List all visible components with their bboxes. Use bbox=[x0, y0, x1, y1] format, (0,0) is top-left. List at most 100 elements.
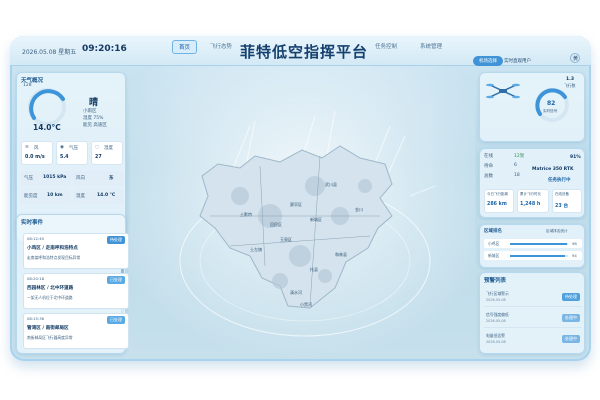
map-label: 武川县 bbox=[325, 181, 337, 187]
alerts-title: 预警列表 bbox=[484, 278, 507, 284]
event-item[interactable]: 08:12:45 待处理 小鸡区 / 走南呼和浩特点 走南某呼和浩特点发现目标异… bbox=[23, 233, 129, 269]
weather-row: 温度 14.0 °C bbox=[73, 189, 123, 204]
tab-task[interactable]: 任务控制 bbox=[375, 42, 397, 50]
top-header: 2026.05.08 星期五 09:20:16 首页 飞行态势 菲特低空指挥平台… bbox=[10, 36, 591, 66]
flight-count: 1.3 bbox=[566, 77, 574, 82]
events-panel: 实时事件 08:12:45 待处理 小鸡区 / 走南呼和浩特点 走南某呼和浩特点… bbox=[16, 214, 129, 354]
alert-text: 信号强度偏低 bbox=[486, 312, 509, 317]
map-label: 回民区 bbox=[270, 222, 282, 227]
row-key: 气压 bbox=[24, 176, 33, 181]
region-name: 小鸡区 bbox=[488, 241, 500, 246]
metric-key: 累计飞行时长 bbox=[520, 192, 541, 196]
map-label: 小黑河 bbox=[300, 301, 312, 307]
event-title: 小鸡区 / 走南呼和浩特点 bbox=[27, 246, 78, 251]
metric-tile: 累计飞行时长 1,248 h bbox=[517, 189, 549, 213]
gauge-max: 128 bbox=[23, 83, 32, 88]
event-item[interactable]: 08:15:36 已处理 管湾区 / 南街邮局区 南街邮局区飞行器高度异常 bbox=[23, 313, 129, 349]
status-badge: 已处理 bbox=[107, 316, 125, 324]
user-name: 实时直观用户 bbox=[504, 59, 531, 64]
map-label: 和林县 bbox=[335, 251, 347, 257]
map-label: 赛罕区 bbox=[290, 201, 302, 207]
region-map[interactable]: 赛罕区 回民区 新城区 玉泉区 托县 土左旗 和林县 武川县 清水河 土默特 金… bbox=[130, 66, 475, 361]
stat-label: 气压 bbox=[69, 146, 78, 151]
status-badge: 待处理 bbox=[562, 293, 580, 301]
event-title: 西园林区 / 北中环道路 bbox=[27, 286, 74, 291]
alert-row[interactable]: 飞行区域警示 2026-05-08 待处理 bbox=[484, 289, 582, 307]
event-title: 管湾区 / 南街邮局区 bbox=[27, 326, 69, 331]
stat-label: 湿度 bbox=[104, 146, 113, 151]
drone-icon bbox=[486, 83, 520, 99]
tab-home[interactable]: 首页 bbox=[172, 40, 198, 54]
alert-row[interactable]: 电量低告警 2026-05-08 处理中 bbox=[484, 331, 582, 349]
signal-gauge-value: 82 bbox=[547, 100, 556, 107]
region-bar-fill bbox=[510, 255, 565, 257]
row-value: 1015 kPa bbox=[43, 175, 67, 180]
date-text: 2026.05.08 星期五 bbox=[22, 49, 77, 56]
region-rank-note: 区域排名统计 bbox=[546, 229, 568, 233]
status-badge: 已处理 bbox=[107, 276, 125, 284]
alert-row[interactable]: 信号强度偏低 2026-05-08 处理中 bbox=[484, 310, 582, 328]
event-time: 08:12:45 bbox=[27, 236, 45, 241]
signal-gauge-label: 实时信号 bbox=[543, 109, 558, 113]
alert-time: 2026-05-08 bbox=[486, 298, 506, 302]
event-item[interactable]: 08:20:18 已处理 西园林区 / 北中环道路 一架无人机位于北中环道路 bbox=[23, 273, 129, 309]
event-desc: 南街邮局区飞行器高度异常 bbox=[27, 335, 73, 340]
weather-detail-2: 湿度 75% bbox=[83, 116, 104, 121]
tab-system[interactable]: 系统管理 bbox=[420, 42, 442, 50]
map-label: 清水河 bbox=[290, 289, 302, 295]
event-desc: 走南某呼和浩特点发现目标异常 bbox=[27, 255, 81, 260]
region-rank-row[interactable]: 小鸡区 98 bbox=[484, 239, 582, 248]
alerts-panel: 预警列表 飞行区域警示 2026-05-08 待处理 信号强度偏低 2026-0… bbox=[479, 272, 585, 354]
region-bar-track bbox=[510, 243, 568, 245]
airport-select-button[interactable]: 机场选择 bbox=[473, 56, 503, 66]
card-key: 在线 bbox=[484, 154, 493, 159]
status-badge: 处理中 bbox=[562, 314, 580, 322]
region-bar-track bbox=[510, 255, 568, 257]
weather-rows: 气压 1015 kPa 风向 东 能见度 10 km 温度 14.0 °C bbox=[21, 171, 123, 207]
event-time: 08:15:36 bbox=[27, 316, 45, 321]
card-key: 总数 bbox=[484, 174, 493, 179]
stat-tile: ◉ 气压 5.4 bbox=[56, 141, 88, 165]
stat-value: 27 bbox=[95, 155, 102, 160]
event-desc: 一架无人机位于北中环道路 bbox=[27, 295, 73, 300]
avatar-label: 黄 bbox=[573, 56, 579, 62]
weather-row: 气压 1015 kPa bbox=[21, 171, 71, 186]
map-label: 新城区 bbox=[310, 216, 322, 222]
map-label: 土左旗 bbox=[250, 246, 262, 252]
wind-icon: ≋ bbox=[25, 145, 29, 150]
metric-key: 今日飞行距离 bbox=[487, 192, 508, 196]
events-title: 实时事件 bbox=[21, 220, 44, 226]
region-rank-row[interactable]: 新城区 94 bbox=[484, 251, 582, 260]
map-label: 玉泉区 bbox=[280, 236, 292, 242]
map-label: 金川 bbox=[355, 206, 363, 212]
metric-value: 23 台 bbox=[555, 204, 569, 209]
weather-detail-3: 能见 高速区 bbox=[83, 123, 107, 128]
row-value: 14.0 °C bbox=[97, 193, 116, 198]
pressure-icon: ◉ bbox=[60, 145, 64, 150]
row-key: 温度 bbox=[76, 194, 85, 199]
card-value: 12架 bbox=[514, 154, 525, 159]
weather-detail-1: 小雨区 bbox=[83, 109, 97, 114]
metric-value: 286 km bbox=[487, 202, 507, 207]
region-rank-panel: 区域排名 区域排名统计 小鸡区 98 新城区 94 bbox=[479, 224, 585, 268]
stat-value: 0.0 m/s bbox=[25, 155, 45, 160]
status-badge: 处理中 bbox=[562, 335, 580, 343]
alert-time: 2026-05-08 bbox=[486, 319, 506, 323]
alert-time: 2026-05-08 bbox=[486, 340, 506, 344]
metric-value: 1,248 h bbox=[520, 202, 541, 207]
alert-text: 飞行区域警示 bbox=[486, 291, 509, 296]
device-status: 任务执行中 bbox=[548, 178, 571, 183]
tab-flight[interactable]: 飞行态势 bbox=[210, 42, 232, 50]
stat-label: 风 bbox=[34, 146, 39, 151]
page-title: 菲特低空指挥平台 bbox=[240, 43, 369, 61]
alert-text: 电量低告警 bbox=[486, 333, 505, 338]
avatar[interactable]: 黄 bbox=[570, 53, 580, 63]
metric-tile: 在线设备 23 台 bbox=[552, 189, 582, 213]
signal-percent: 91% bbox=[570, 155, 581, 160]
card-value: 6 bbox=[514, 163, 517, 168]
weather-row: 风向 东 bbox=[73, 171, 123, 186]
event-time: 08:20:18 bbox=[27, 276, 45, 281]
drone-status-panel: 1.3 飞行数 82 实时信号 bbox=[479, 72, 585, 142]
region-value: 98 bbox=[572, 241, 577, 246]
card-value: 18 bbox=[514, 173, 520, 178]
